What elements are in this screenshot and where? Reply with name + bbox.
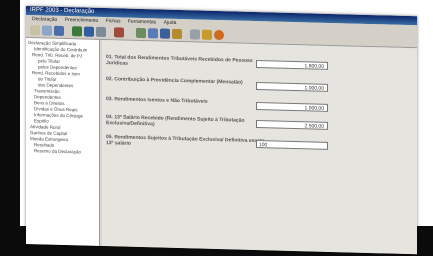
amount-input[interactable]: 2.500,00	[256, 120, 328, 130]
export-icon[interactable]	[84, 26, 94, 37]
check-icon[interactable]	[114, 27, 124, 38]
menu-ajuda[interactable]: Ajuda	[164, 20, 177, 26]
open-icon[interactable]	[42, 25, 52, 36]
tool-icon[interactable]	[136, 27, 146, 39]
field-label: 01. Total dos Rendimentos Tributáveis Re…	[106, 54, 253, 67]
print-icon[interactable]	[96, 26, 106, 38]
tree-item[interactable]: Resumo da Declaração	[28, 148, 97, 156]
amount-input[interactable]: 100	[256, 140, 328, 150]
form-row: 04. 13º Salário Recebido (Rendimento Suj…	[106, 114, 411, 136]
form-row: 01. Total dos Rendimentos Tributáveis Re…	[106, 54, 411, 76]
form-row: 02. Contribuição à Previdência Complemen…	[106, 76, 411, 98]
transmit-icon[interactable]	[148, 28, 158, 39]
import-icon[interactable]	[72, 26, 82, 37]
help-icon[interactable]	[190, 29, 200, 40]
field-label: 05. Rendimentos Sujeitos à Tributação Ex…	[106, 134, 265, 147]
receipt-icon[interactable]	[160, 28, 170, 39]
exit-icon[interactable]	[214, 29, 224, 41]
field-label: 03. Rendimentos Isentos e Não Tributávei…	[106, 96, 208, 105]
field-label: 02. Contribuição à Previdência Complemen…	[106, 76, 243, 86]
amount-input[interactable]: 1.000,00	[256, 82, 328, 92]
menu-preenchimento[interactable]: Preenchimento	[65, 17, 99, 24]
save-icon[interactable]	[54, 25, 64, 36]
amount-input[interactable]: 1.800,00	[256, 60, 328, 70]
dark-background-left	[0, 0, 20, 256]
menu-fichas[interactable]: Fichas	[106, 18, 121, 24]
calc-icon[interactable]	[172, 28, 182, 40]
application-window: IRPF 2003 - Declaração Declaração Preenc…	[26, 6, 417, 255]
menu-ferramentas[interactable]: Ferramentas	[128, 19, 156, 26]
form-row: 05. Rendimentos Sujeitos à Tributação Ex…	[106, 134, 411, 156]
field-label: 04. 13º Salário Recebido (Rendimento Suj…	[106, 114, 245, 128]
info-icon[interactable]	[202, 29, 212, 40]
new-icon[interactable]	[30, 25, 40, 36]
menu-declaracao[interactable]: Declaração	[32, 16, 57, 23]
form-panel: 01. Total dos Rendimentos Tributáveis Re…	[102, 39, 417, 255]
navigation-tree: Declaração Simplificada Identificação do…	[26, 38, 100, 246]
amount-input[interactable]: 1.000,00	[256, 102, 328, 112]
